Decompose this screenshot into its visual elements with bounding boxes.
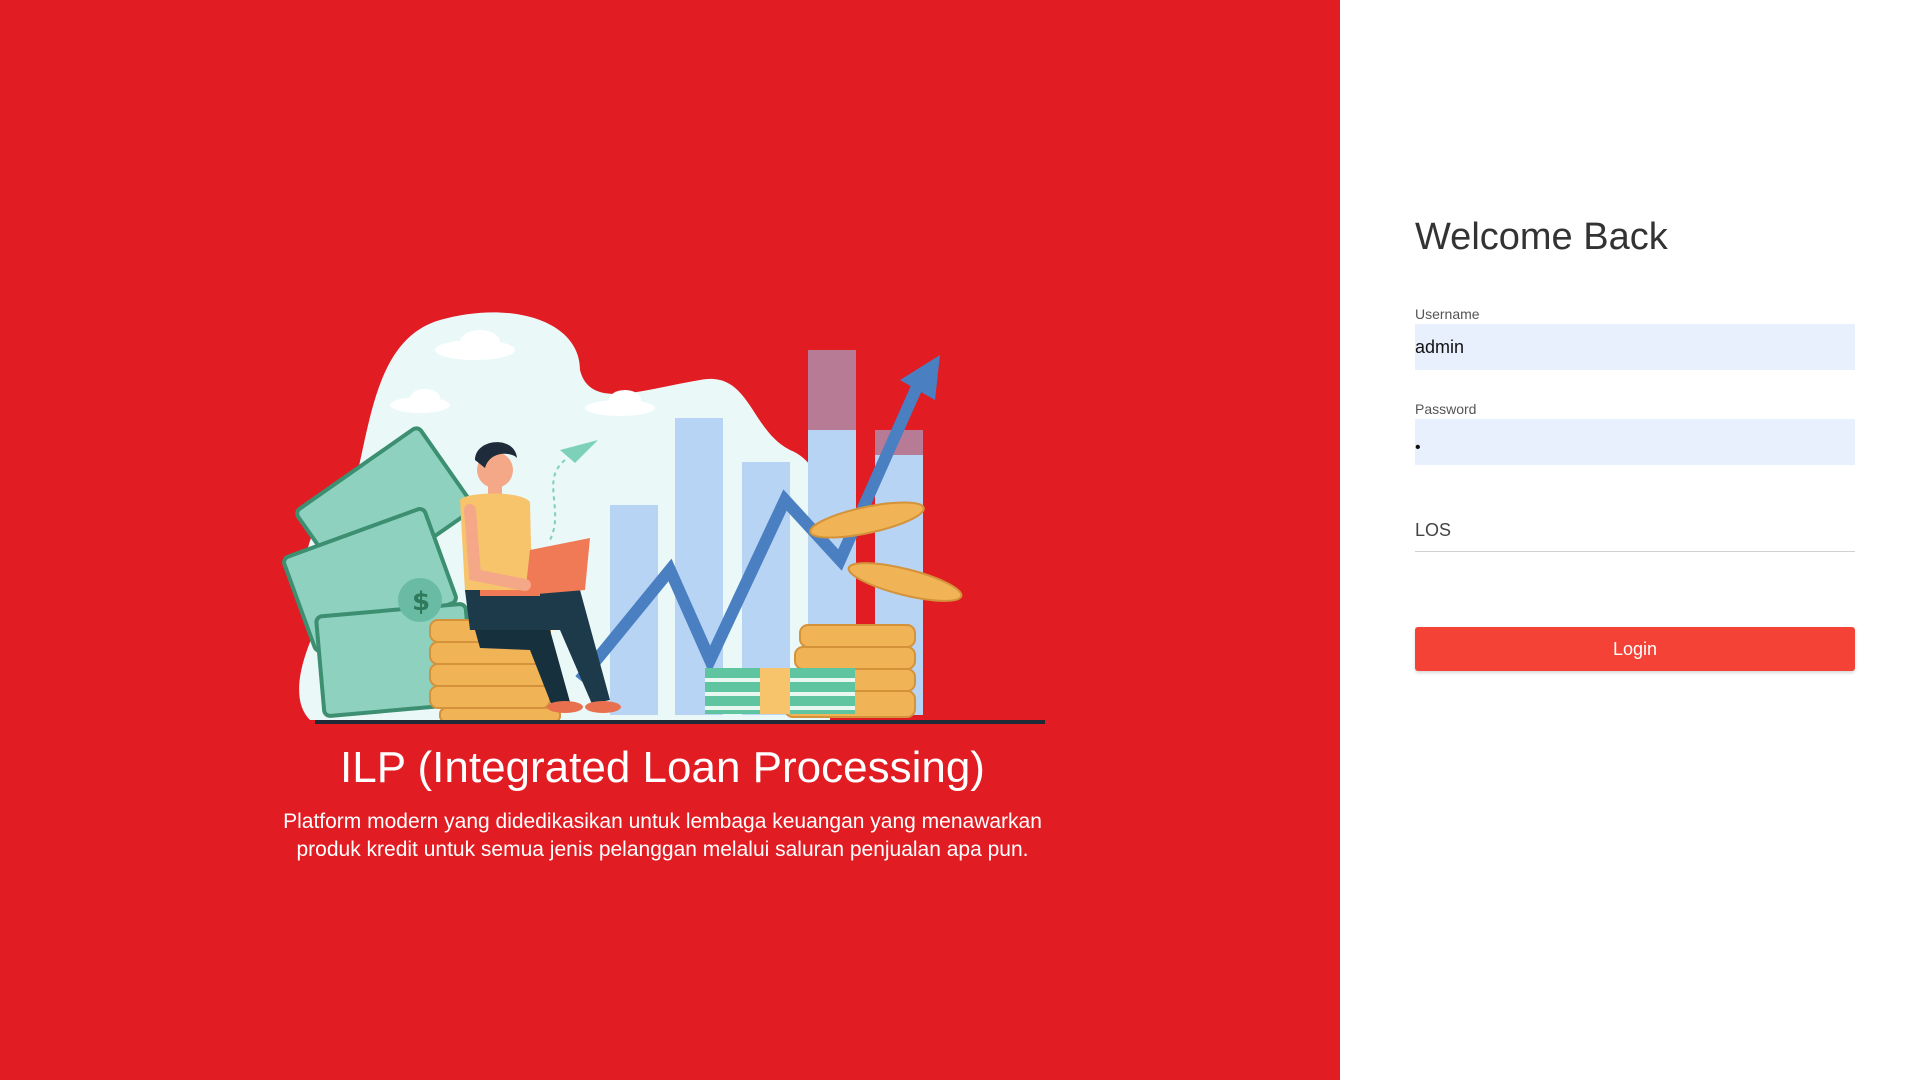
login-panel: Welcome Back Username Password • LOS Log… xyxy=(1340,0,1920,1080)
welcome-heading: Welcome Back xyxy=(1415,216,1668,258)
cash-pile-icon xyxy=(705,668,855,714)
login-button[interactable]: Login xyxy=(1415,627,1855,671)
brand-panel: $ ILP (Integrated Loan Processing) Platf… xyxy=(0,0,1340,1080)
password-field-group: Password • xyxy=(1415,401,1855,465)
username-input[interactable] xyxy=(1415,324,1855,370)
svg-text:$: $ xyxy=(412,587,430,617)
finance-illustration: $ xyxy=(282,312,1045,724)
password-input[interactable] xyxy=(1415,419,1855,465)
hero-title: ILP (Integrated Loan Processing) xyxy=(340,743,985,792)
password-label: Password xyxy=(1415,401,1477,417)
application-select-value: LOS xyxy=(1415,520,1452,540)
hero-description: Platform modern yang didedikasikan untuk… xyxy=(283,810,1042,861)
application-select[interactable]: LOS xyxy=(1415,512,1855,552)
username-label: Username xyxy=(1415,306,1480,322)
username-field-group: Username xyxy=(1415,306,1855,370)
login-page: $ ILP (Integrated Loan Processing) Platf… xyxy=(0,0,1920,1080)
